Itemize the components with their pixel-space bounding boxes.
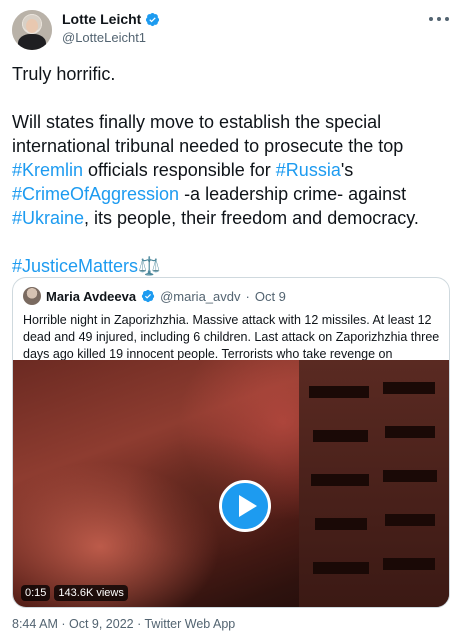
hashtag-ukraine[interactable]: #Ukraine [12,208,84,228]
video-duration: 0:15 [21,585,51,601]
video-player[interactable]: 0:15 143.6K views [13,360,449,607]
video-badges: 0:15 143.6K views [21,585,128,601]
quoted-tweet[interactable]: Maria Avdeeva @maria_avdv · Oct 9 Horrib… [12,277,450,608]
tweet-line-1: Truly horrific. [12,64,116,84]
play-button[interactable] [219,480,271,532]
tweet-metadata[interactable]: 8:44 AM · Oct 9, 2022 · Twitter Web App [12,617,235,631]
quoted-tweet-header: Maria Avdeeva @maria_avdv · Oct 9 [23,287,286,305]
author-avatar[interactable] [12,10,52,50]
text-segment: officials responsible for [83,160,276,180]
text-segment: , its people, their freedom and democrac… [84,208,419,228]
more-options-icon[interactable] [429,12,449,26]
video-frame-building [299,360,449,607]
hashtag-crime-of-aggression[interactable]: #CrimeOfAggression [12,184,179,204]
quoted-author-name: Maria Avdeeva [46,288,137,304]
video-views: 143.6K views [54,585,128,601]
verified-badge-icon [146,12,160,26]
hashtag-justice-matters[interactable]: #JusticeMatters [12,256,138,276]
separator-dot: · [245,288,250,304]
tweet-paragraph-3: #JusticeMatters⚖️ [12,254,452,278]
author-handle[interactable]: @LotteLeicht1 [62,30,160,45]
scales-emoji-icon: ⚖️ [138,256,161,276]
text-segment: 's [340,160,354,180]
quoted-author-handle: @maria_avdv [160,288,241,304]
text-segment: Will states finally move to establish th… [12,112,404,156]
text-segment: -a leadership crime- against [179,184,407,204]
quoted-date: Oct 9 [254,288,286,304]
tweet: Lotte Leicht @LotteLeicht1 Truly horrifi… [0,0,463,640]
quoted-author-avatar [23,287,41,305]
author-name[interactable]: Lotte Leicht [62,11,141,27]
author-info: Lotte Leicht @LotteLeicht1 [62,11,160,45]
verified-badge-icon [141,289,155,303]
tweet-paragraph-2: Will states finally move to establish th… [12,110,452,230]
play-icon [238,495,257,517]
tweet-text: Truly horrific. Will states finally move… [12,62,452,278]
hashtag-kremlin[interactable]: #Kremlin [12,160,83,180]
hashtag-russia[interactable]: #Russia [276,160,341,180]
